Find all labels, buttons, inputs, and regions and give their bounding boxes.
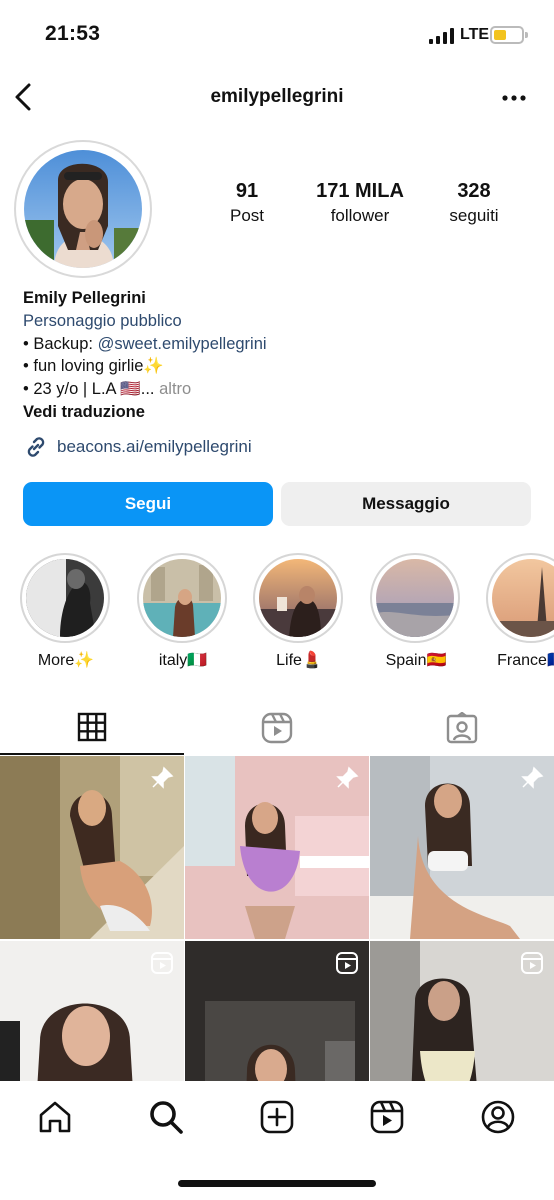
posts-count[interactable]: 91 Post	[187, 180, 307, 226]
highlight-ring	[253, 553, 343, 643]
highlight-cover	[259, 559, 337, 637]
highlight-label: Life💄	[276, 652, 322, 669]
tab-posts-grid[interactable]	[0, 700, 184, 755]
reel-badge-icon	[151, 952, 173, 974]
highlight-cover	[26, 559, 104, 637]
pin-icon	[521, 766, 544, 789]
battery-icon	[490, 26, 528, 44]
profile-category[interactable]: Personaggio pubblico	[23, 310, 523, 333]
highlight-label: France🇫🇷	[497, 652, 554, 669]
nav-profile[interactable]	[478, 1097, 518, 1137]
grid-post[interactable]	[185, 756, 369, 939]
home-indicator	[178, 1180, 376, 1187]
profile-tabs	[0, 700, 554, 755]
pin-icon	[151, 766, 174, 789]
profile-bio: Emily Pellegrini Personaggio pubblico • …	[23, 287, 523, 424]
grid-icon	[77, 712, 107, 741]
reels-icon	[261, 712, 293, 743]
highlight-label: Spain🇪🇸	[385, 652, 447, 669]
highlight-ring	[370, 553, 460, 643]
reel-badge-icon	[521, 952, 543, 974]
posts-label: Post	[229, 206, 265, 225]
highlight-france[interactable]: France🇫🇷	[486, 553, 554, 670]
search-icon	[150, 1101, 183, 1134]
bio-line-backup: • Backup: @sweet.emilypellegrini	[23, 333, 523, 356]
home-icon	[39, 1101, 71, 1133]
highlight-italy[interactable]: italy🇮🇹	[137, 553, 229, 670]
highlight-spain[interactable]: Spain🇪🇸	[370, 553, 462, 670]
external-link-text[interactable]: beacons.ai/emilypellegrini	[57, 437, 252, 457]
create-icon	[260, 1100, 294, 1134]
highlight-more[interactable]: More✨	[20, 553, 112, 670]
grid-post[interactable]	[185, 941, 369, 1081]
profile-username: emilypellegrini	[210, 86, 344, 107]
followers-value: 171 MILA	[316, 180, 404, 202]
more-bio-link[interactable]: altro	[159, 380, 191, 398]
reel-badge-icon	[336, 952, 358, 974]
followers-count[interactable]: 171 MILA follower	[300, 180, 420, 226]
following-value: 328	[457, 180, 491, 202]
avatar-photo	[24, 150, 142, 268]
status-time: 21:53	[45, 22, 101, 45]
profile-avatar[interactable]	[14, 140, 152, 278]
reels-icon	[370, 1100, 404, 1134]
bio-age-text: • 23 y/o | L.A 🇺🇸...	[23, 380, 155, 399]
grid-post[interactable]	[370, 941, 554, 1081]
bio-line-fun: • fun loving girlie✨	[23, 357, 164, 376]
link-icon	[27, 437, 45, 457]
message-button[interactable]: Messaggio	[281, 482, 531, 526]
more-options-icon[interactable]	[500, 88, 528, 108]
bio-line-age: • 23 y/o | L.A 🇺🇸... altro	[23, 378, 523, 401]
following-label: seguiti	[449, 206, 499, 225]
grid-post[interactable]	[0, 941, 184, 1081]
backup-handle-link[interactable]: @sweet.emilypellegrini	[98, 335, 267, 353]
display-name: Emily Pellegrini	[23, 289, 146, 307]
nav-create[interactable]	[257, 1097, 297, 1137]
highlight-ring	[20, 553, 110, 643]
network-label: LTE	[460, 26, 490, 43]
signal-icon	[429, 28, 454, 44]
highlight-life[interactable]: Life💄	[253, 553, 345, 670]
see-translation-link[interactable]: Vedi traduzione	[23, 401, 523, 424]
highlight-label: italy🇮🇹	[158, 652, 208, 669]
nav-search[interactable]	[146, 1097, 186, 1137]
highlight-cover	[143, 559, 221, 637]
posts-value: 91	[235, 180, 259, 202]
posts-grid	[0, 756, 554, 1081]
highlight-ring	[137, 553, 227, 643]
followers-label: follower	[330, 206, 390, 225]
tab-reels[interactable]	[185, 700, 369, 755]
story-highlights: More✨ italy🇮🇹 Life💄 Spain🇪🇸 France🇫🇷	[0, 553, 554, 673]
following-count[interactable]: 328 seguiti	[414, 180, 534, 226]
external-link[interactable]: beacons.ai/emilypellegrini	[23, 434, 252, 460]
pin-icon	[336, 766, 359, 789]
grid-post[interactable]	[0, 756, 184, 939]
tagged-icon	[446, 711, 478, 743]
highlight-label: More✨	[37, 652, 95, 669]
bottom-navigation	[0, 1081, 554, 1200]
grid-post[interactable]	[370, 756, 554, 939]
highlight-ring	[486, 553, 554, 643]
status-bar: 21:53 LTE	[0, 0, 554, 70]
nav-reels[interactable]	[367, 1097, 407, 1137]
profile-icon	[481, 1100, 515, 1134]
tab-tagged[interactable]	[370, 700, 554, 755]
highlight-cover	[492, 559, 554, 637]
highlight-cover	[376, 559, 454, 637]
bio-backup-prefix: • Backup:	[23, 334, 98, 353]
nav-home[interactable]	[35, 1097, 75, 1137]
follow-button[interactable]: Segui	[23, 482, 273, 526]
